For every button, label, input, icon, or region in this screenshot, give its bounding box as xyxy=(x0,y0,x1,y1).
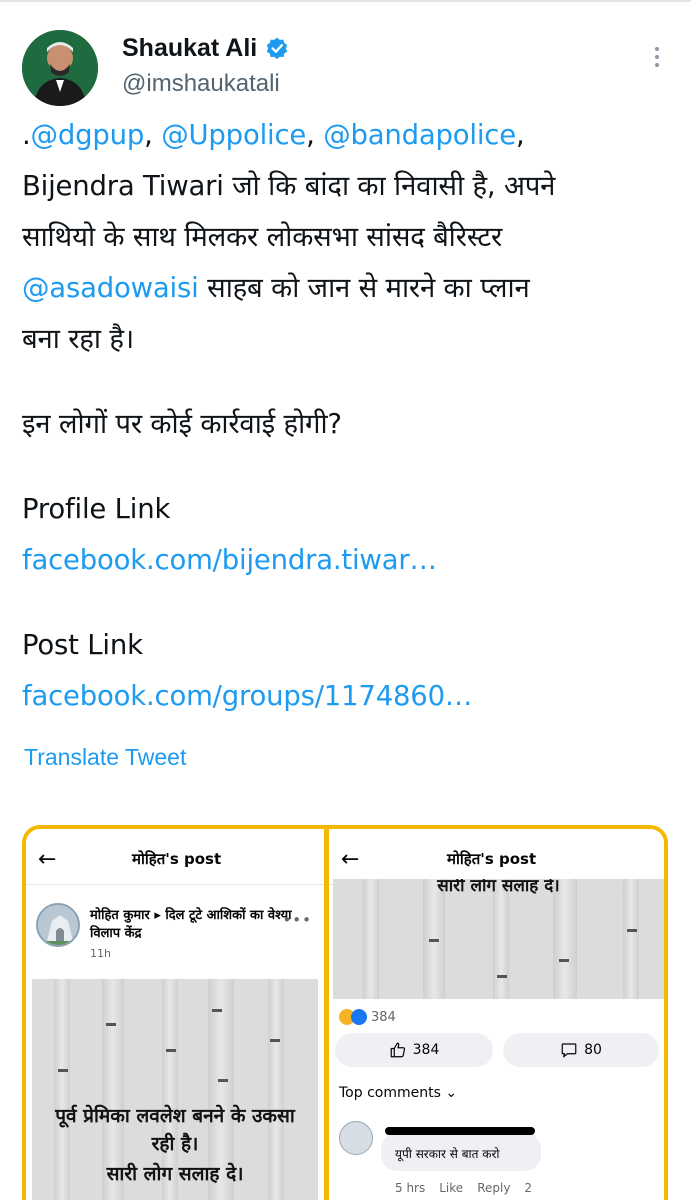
fb-more-icon: ••• xyxy=(282,911,312,929)
author-display-name[interactable]: Shaukat Ali xyxy=(122,34,257,63)
comment-time: 5 hrs xyxy=(395,1181,426,1195)
mention-asadowaisi[interactable]: @asadowaisi xyxy=(22,272,199,304)
reaction-count: 384 xyxy=(371,1009,396,1025)
translate-tweet-link[interactable]: Translate Tweet xyxy=(24,744,186,771)
tweet-line-1: .@dgpup, @Uppolice, @bandapolice, xyxy=(22,110,672,161)
comment-meta: 5 hrs Like Reply 2 xyxy=(395,1181,532,1195)
fb-image-caption: सारी लोग सलाह दे। xyxy=(437,879,560,896)
tweet-line-3: साथियो के साथ मिलकर लोकसभा सांसद बैरिस्ट… xyxy=(22,221,503,253)
tweet-header: Shaukat Ali @imshaukatali xyxy=(22,30,672,106)
profile-link-label: Profile Link xyxy=(22,493,171,525)
comment-reply-link: Reply xyxy=(477,1181,511,1195)
back-arrow-icon: ← xyxy=(341,847,360,872)
redaction-bar xyxy=(385,1127,535,1135)
author-avatar[interactable] xyxy=(22,30,98,106)
tweet-line-5: बना रहा है। xyxy=(22,323,134,355)
text-prefix: . xyxy=(22,119,31,151)
fb-post-image: पूर्व प्रेमिका लवलेश बनने के उकसा रही है… xyxy=(32,979,318,1200)
tweet-media-image[interactable]: ← मोहित's post मोहित कुमार ▸ दिल टूटे आश… xyxy=(22,825,668,1200)
media-right-panel: ← मोहित's post सारी लोग सलाह दे। 384 384 xyxy=(329,829,664,1200)
post-link-url[interactable]: facebook.com/groups/1174860… xyxy=(22,671,672,722)
back-arrow-icon: ← xyxy=(38,847,57,872)
fb-reactions: 384 xyxy=(339,1009,396,1025)
commenter-avatar xyxy=(339,1121,373,1155)
tweet-question: इन लोगों पर कोई कार्रवाई होगी? xyxy=(22,408,342,440)
verified-badge-icon xyxy=(264,36,290,62)
comment-reaction-count: 2 xyxy=(524,1181,533,1195)
comment-like-link: Like xyxy=(439,1181,464,1195)
fb-post-title: मोहित's post xyxy=(132,850,222,868)
comment-count: 80 xyxy=(584,1042,602,1058)
fb-post-image: सारी लोग सलाह दे। xyxy=(333,879,664,999)
text-separator: , xyxy=(306,119,324,151)
media-left-panel: ← मोहित's post मोहित कुमार ▸ दिल टूटे आश… xyxy=(26,829,324,1200)
fb-comment-button: 80 xyxy=(503,1033,659,1067)
top-comments-label: Top comments ⌄ xyxy=(339,1085,457,1101)
mention-bandapolice[interactable]: @bandapolice xyxy=(323,119,516,151)
fb-image-caption-line-1: पूर्व प्रेमिका लवलेश बनने के उकसा xyxy=(55,1105,295,1127)
comment-text: यूपी सरकार से बात करो xyxy=(395,1147,500,1161)
like-count: 384 xyxy=(412,1042,440,1058)
mention-dgpup[interactable]: @dgpup xyxy=(31,119,145,151)
tweet-line-2: Bijendra Tiwari जो कि बांदा का निवासी है… xyxy=(22,170,556,202)
like-reaction-icon xyxy=(351,1009,367,1025)
fb-image-caption-line-3: सारी लोग सलाह दे। xyxy=(106,1163,244,1185)
fb-post-title: मोहित's post xyxy=(447,850,537,868)
mention-uppolice[interactable]: @Uppolice xyxy=(161,119,306,151)
fb-top-bar: ← मोहित's post xyxy=(329,829,664,885)
top-comments-text: Top comments xyxy=(339,1085,441,1101)
tweet-text: .@dgpup, @Uppolice, @bandapolice, Bijend… xyxy=(22,110,672,722)
text-segment: साहब को जान से मारने का प्लान xyxy=(198,272,530,304)
post-link-label: Post Link xyxy=(22,629,143,661)
fb-author-avatar xyxy=(36,903,80,947)
fb-top-bar: ← मोहित's post xyxy=(26,829,324,885)
fb-post-time: 11h xyxy=(90,947,111,960)
comment-icon xyxy=(561,1043,577,1058)
fb-author-name: मोहित कुमार ▸ दिल टूटे आशिकों का वेश्या … xyxy=(90,908,292,941)
more-options-icon[interactable] xyxy=(642,42,672,72)
fb-post-author: मोहित कुमार ▸ दिल टूटे आशिकों का वेश्या … xyxy=(36,899,316,969)
thumbs-up-icon xyxy=(390,1042,405,1058)
profile-link-url[interactable]: facebook.com/bijendra.tiwar… xyxy=(22,535,672,586)
text-separator: , xyxy=(515,119,525,151)
chevron-down-icon: ⌄ xyxy=(445,1085,458,1101)
text-separator: , xyxy=(144,119,162,151)
fb-image-caption-line-2: रही है। xyxy=(151,1133,199,1155)
top-divider xyxy=(0,0,691,2)
author-handle[interactable]: @imshaukatali xyxy=(122,70,280,98)
tweet-line-4: @asadowaisi साहब को जान से मारने का प्ला… xyxy=(22,263,672,314)
fb-like-button: 384 xyxy=(335,1033,493,1067)
